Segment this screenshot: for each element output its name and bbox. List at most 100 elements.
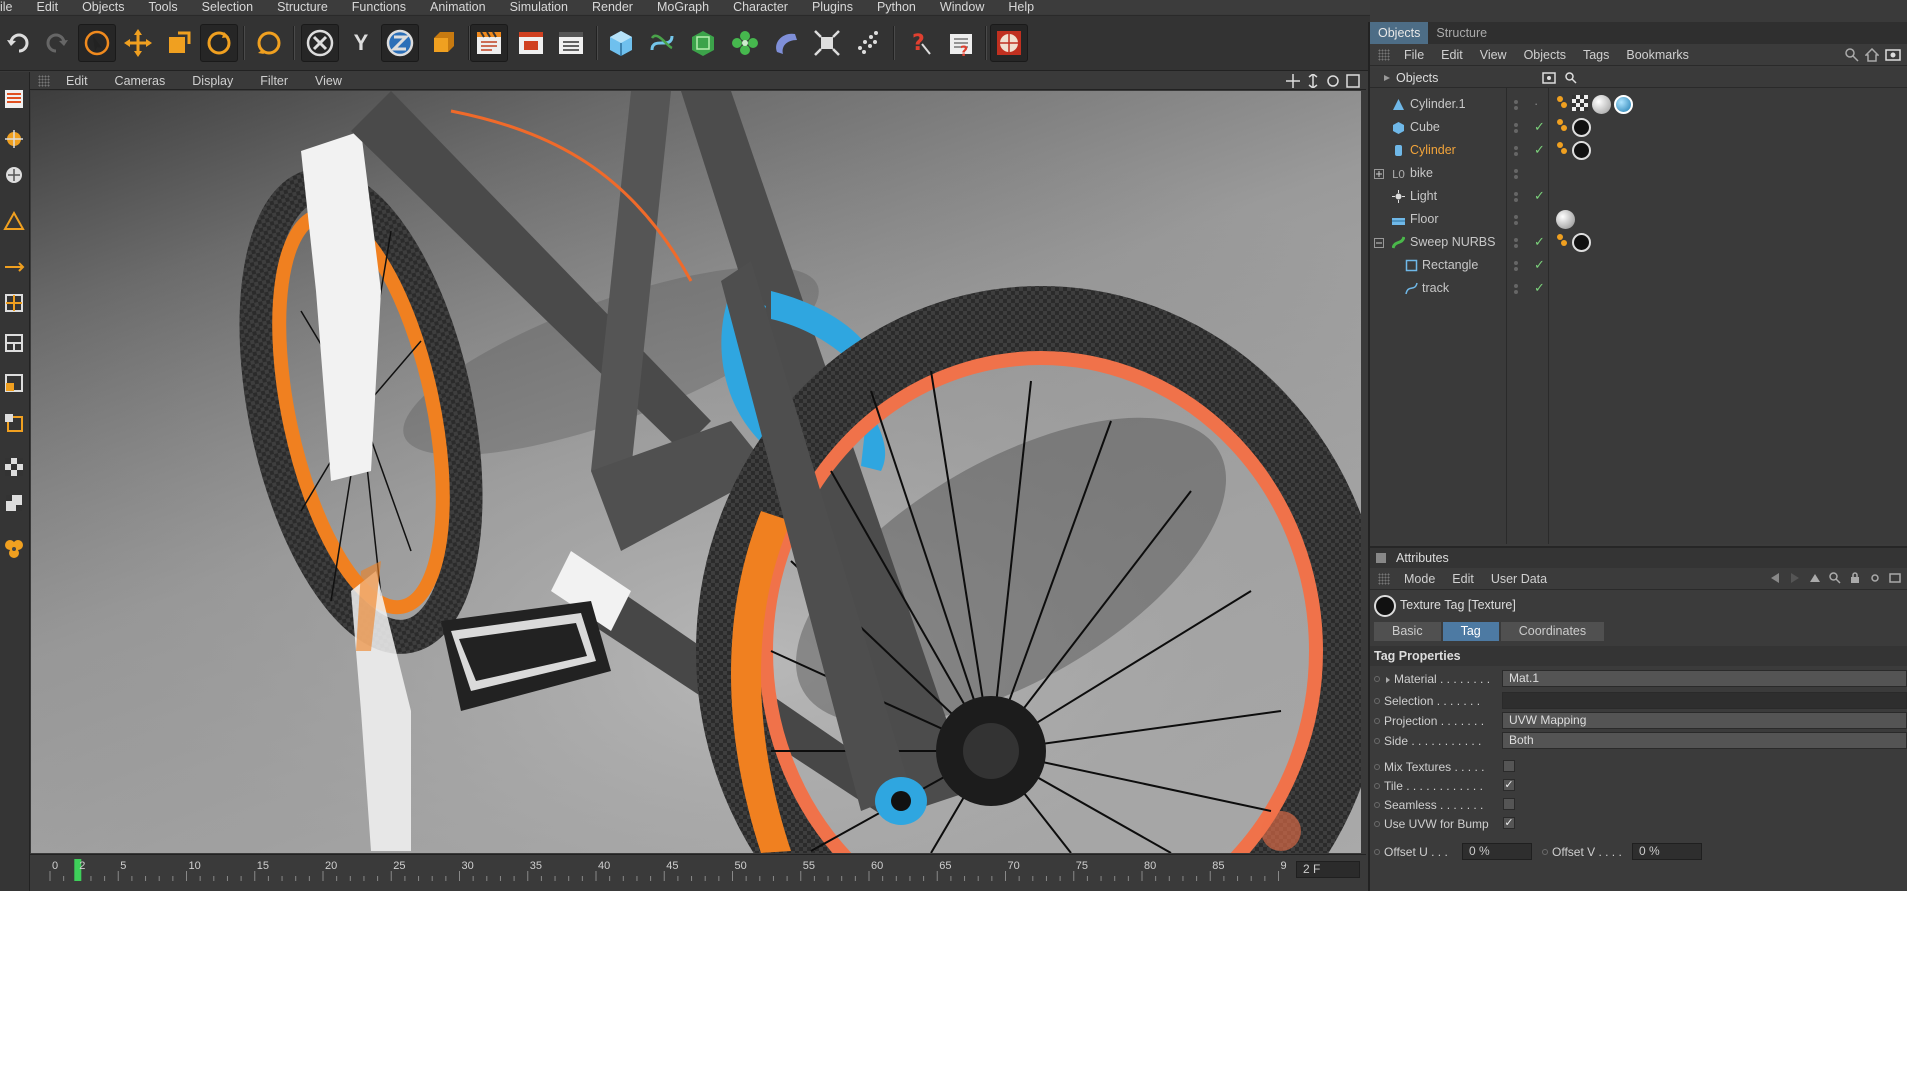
visibility-dots-icon[interactable] xyxy=(1512,283,1520,295)
menu-python[interactable]: Python xyxy=(877,0,916,14)
scale-icon[interactable] xyxy=(160,24,198,62)
visibility-dots-icon[interactable] xyxy=(1512,122,1520,134)
enable-check-icon[interactable]: ✓ xyxy=(1534,188,1545,204)
material-field[interactable]: Mat.1 xyxy=(1502,670,1907,687)
menu-mograph[interactable]: MoGraph xyxy=(657,0,709,14)
object-row-rectangle[interactable]: Rectangle ✓ xyxy=(1370,254,1907,277)
material-tag-black-icon[interactable] xyxy=(1572,118,1591,137)
object-row-bike[interactable]: L0 bike xyxy=(1370,162,1907,185)
tweak-mode-icon[interactable] xyxy=(2,368,26,398)
home-icon[interactable] xyxy=(1865,48,1879,62)
material-tag-white-icon[interactable] xyxy=(1592,95,1611,114)
search-icon[interactable] xyxy=(1845,48,1859,62)
animation-bullet-icon[interactable] xyxy=(1374,783,1380,789)
search-icon[interactable] xyxy=(1565,72,1577,84)
animation-bullet-icon[interactable] xyxy=(1374,802,1380,808)
timeline-ruler[interactable]: 0251015202530354045505560657075808590 xyxy=(42,859,1293,883)
enable-check-icon[interactable]: ✓ xyxy=(1534,234,1545,250)
seamless-checkbox[interactable] xyxy=(1503,798,1515,810)
phong-tag-icon[interactable] xyxy=(1556,118,1568,132)
tile-checkbox[interactable]: ✓ xyxy=(1503,779,1515,791)
particles-icon[interactable] xyxy=(848,24,886,62)
pan-icon[interactable] xyxy=(1286,74,1300,88)
tab-objects[interactable]: Objects xyxy=(1370,22,1429,44)
snap-icon[interactable] xyxy=(2,408,26,438)
live-selection-icon[interactable] xyxy=(78,24,116,62)
new-view-icon[interactable] xyxy=(1885,48,1901,62)
om-menu-file[interactable]: File xyxy=(1404,48,1424,62)
array-icon[interactable] xyxy=(726,24,764,62)
offset-v-field[interactable]: 0 % xyxy=(1632,843,1702,860)
tab-coordinates[interactable]: Coordinates xyxy=(1500,622,1605,641)
menu-structure[interactable]: Structure xyxy=(277,0,328,14)
viewport-menu-display[interactable]: Display xyxy=(192,74,233,88)
undo-icon[interactable] xyxy=(0,24,38,62)
object-row-sweep-nurbs[interactable]: Sweep NURBS ✓ xyxy=(1370,231,1907,254)
scene-icon[interactable] xyxy=(808,24,846,62)
object-row-light[interactable]: Light ✓ xyxy=(1370,185,1907,208)
web-globe-icon[interactable] xyxy=(990,24,1028,62)
orbit-icon[interactable] xyxy=(1326,74,1340,88)
render-settings-icon[interactable] xyxy=(552,24,590,62)
om-menu-objects[interactable]: Objects xyxy=(1524,48,1566,62)
animation-bullet-icon[interactable] xyxy=(1374,698,1380,704)
sculpt-icon[interactable] xyxy=(2,534,26,564)
phong-tag-icon[interactable] xyxy=(1556,95,1568,109)
visibility-dots-icon[interactable] xyxy=(1512,214,1520,226)
menu-selection[interactable]: Selection xyxy=(202,0,253,14)
phong-tag-icon[interactable] xyxy=(1556,233,1568,247)
menu-character[interactable]: Character xyxy=(733,0,788,14)
material-tag-blue-icon[interactable] xyxy=(1614,95,1633,114)
selection-field[interactable] xyxy=(1502,692,1907,709)
attr-menu-user-data[interactable]: User Data xyxy=(1491,572,1547,586)
tab-structure[interactable]: Structure xyxy=(1428,22,1495,44)
menu-objects[interactable]: Objects xyxy=(82,0,124,14)
solo-icon[interactable] xyxy=(2,488,26,518)
object-mode-icon[interactable] xyxy=(2,124,26,154)
layer-icon[interactable] xyxy=(1542,72,1556,84)
texture-tag-checker-icon[interactable] xyxy=(1572,95,1588,111)
animation-bullet-icon[interactable] xyxy=(1374,764,1380,770)
object-row-floor[interactable]: Floor xyxy=(1370,208,1907,231)
object-row-cylinder1[interactable]: Cylinder.1 · xyxy=(1370,93,1907,116)
use-uvw-bump-checkbox[interactable]: ✓ xyxy=(1503,817,1515,829)
grip-icon[interactable] xyxy=(1378,48,1390,61)
animation-bullet-icon[interactable] xyxy=(1374,821,1380,827)
help-icon[interactable]: ? xyxy=(900,24,938,62)
object-row-cube[interactable]: Cube ✓ xyxy=(1370,116,1907,139)
object-row-track[interactable]: track ✓ xyxy=(1370,277,1907,300)
enable-check-icon[interactable]: ✓ xyxy=(1534,142,1545,158)
3d-viewport[interactable] xyxy=(31,91,1361,853)
animation-bullet-icon[interactable] xyxy=(1542,849,1548,855)
enable-check-icon[interactable]: · xyxy=(1534,96,1538,111)
menu-tools[interactable]: Tools xyxy=(148,0,177,14)
object-row-cylinder[interactable]: Cylinder ✓ xyxy=(1370,139,1907,162)
menu-help[interactable]: Help xyxy=(1008,0,1034,14)
offset-u-field[interactable]: 0 % xyxy=(1462,843,1532,860)
material-tag-grey-icon[interactable] xyxy=(1556,210,1575,229)
om-menu-bookmarks[interactable]: Bookmarks xyxy=(1626,48,1689,62)
current-frame-field[interactable]: 2 F xyxy=(1296,861,1360,878)
rotate-icon[interactable] xyxy=(200,24,238,62)
texture-mode-icon[interactable] xyxy=(2,160,26,190)
settings-icon[interactable] xyxy=(1869,572,1881,584)
side-dropdown[interactable]: Both xyxy=(1502,732,1907,749)
visibility-dots-icon[interactable] xyxy=(1512,237,1520,249)
phong-tag-icon[interactable] xyxy=(1556,141,1568,155)
animation-bullet-icon[interactable] xyxy=(1374,718,1380,724)
deformer-icon[interactable] xyxy=(767,24,805,62)
lock-icon[interactable] xyxy=(1849,572,1861,584)
grip-icon[interactable] xyxy=(1378,572,1390,585)
use-model-mode-icon[interactable] xyxy=(2,84,26,114)
projection-dropdown[interactable]: UVW Mapping xyxy=(1502,712,1907,729)
enable-check-icon[interactable]: ✓ xyxy=(1534,257,1545,273)
visibility-dots-icon[interactable] xyxy=(1512,191,1520,203)
om-menu-edit[interactable]: Edit xyxy=(1441,48,1463,62)
expand-icon[interactable] xyxy=(1382,73,1392,83)
attr-menu-mode[interactable]: Mode xyxy=(1404,572,1435,586)
enable-check-icon[interactable]: ✓ xyxy=(1534,280,1545,296)
redo-icon[interactable] xyxy=(37,24,75,62)
animation-bullet-icon[interactable] xyxy=(1374,738,1380,744)
menu-animation[interactable]: Animation xyxy=(430,0,486,14)
om-menu-tags[interactable]: Tags xyxy=(1583,48,1609,62)
